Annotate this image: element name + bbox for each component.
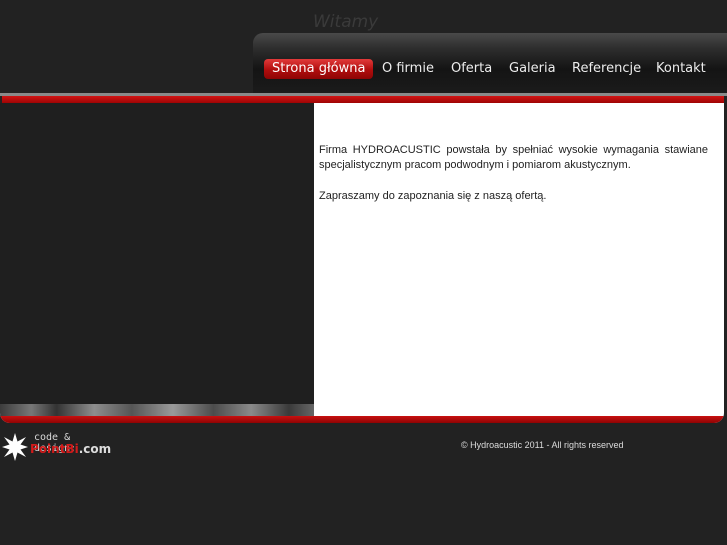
left-image-panel xyxy=(0,103,314,404)
nav-item-references[interactable]: Referencje xyxy=(572,59,641,79)
main-nav: Strona główna O firmie Oferta Galeria Re… xyxy=(253,33,727,93)
nav-item-contact[interactable]: Kontakt xyxy=(656,59,706,79)
nav-item-home[interactable]: Strona główna xyxy=(264,59,374,79)
intro-paragraph: Firma HYDROACUSTIC powstała by spełniać … xyxy=(319,144,708,171)
page-title: Witamy xyxy=(313,12,379,32)
bottom-red-bar xyxy=(0,416,724,423)
starburst-icon xyxy=(2,433,28,461)
nav-item-about[interactable]: O firmie xyxy=(382,59,434,79)
design-credit[interactable]: code & design: PointBi.com xyxy=(0,431,112,465)
copyright-text: © Hydroacustic 2011 - All rights reserve… xyxy=(461,440,624,450)
top-red-bar xyxy=(2,96,724,103)
invite-paragraph: Zapraszamy do zapoznania się z naszą ofe… xyxy=(319,190,547,202)
header-photo-strip xyxy=(0,404,314,416)
nav-item-offer[interactable]: Oferta xyxy=(451,59,492,79)
nav-item-gallery[interactable]: Galeria xyxy=(509,59,556,79)
credit-brand: PointBi.com xyxy=(30,442,112,456)
